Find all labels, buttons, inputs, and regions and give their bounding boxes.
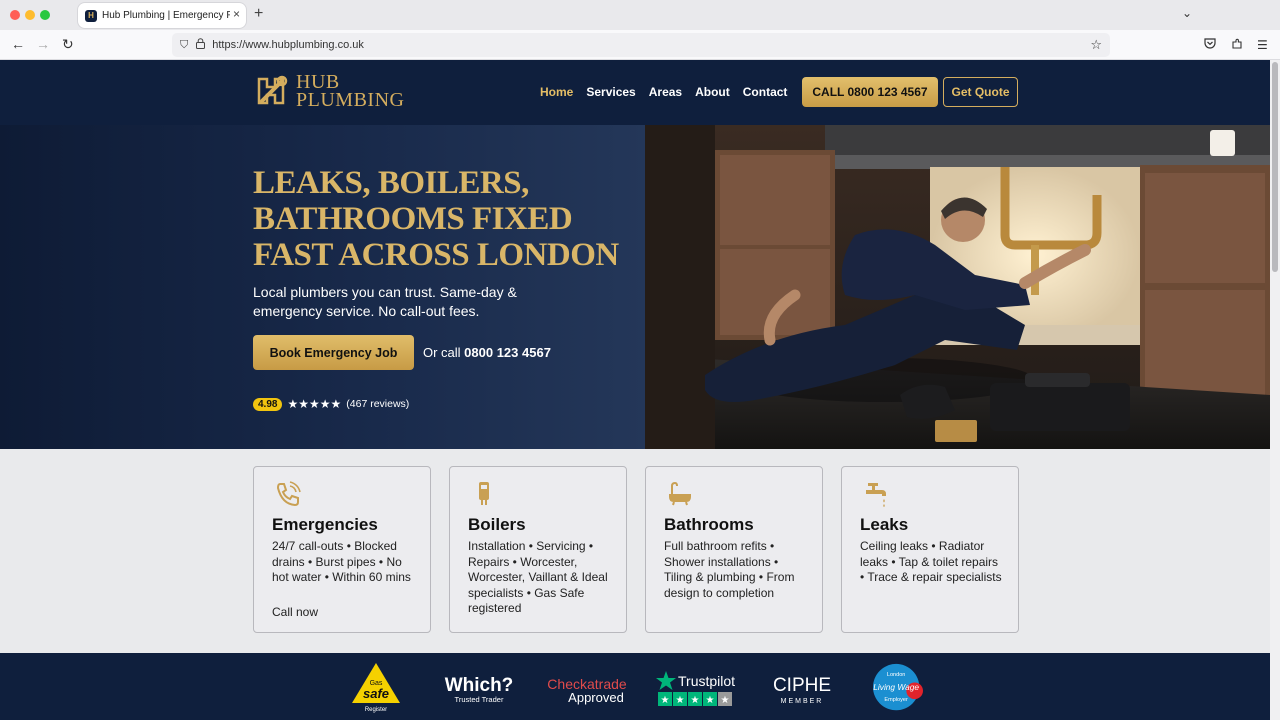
card-description: Installation • Servicing • Repairs • Wor… <box>468 539 608 615</box>
hamburger-menu-icon[interactable]: ☰ <box>1257 38 1268 52</box>
nav-services[interactable]: Services <box>586 85 635 99</box>
rating-summary: 4.98 ★★★★★ (467 reviews) <box>253 397 409 411</box>
svg-text:MEMBER: MEMBER <box>781 698 824 705</box>
service-card-leaks[interactable]: Leaks Ceiling leaks • Radiator leaks • T… <box>841 466 1019 633</box>
forward-arrow-icon[interactable]: → <box>36 36 50 52</box>
site-logo[interactable]: HUB PLUMBING <box>257 72 405 111</box>
svg-text:Which?: Which? <box>445 675 514 696</box>
svg-text:Trustpilot: Trustpilot <box>678 673 735 689</box>
card-description: Ceiling leaks • Radiator leaks • Tap & t… <box>860 539 1002 584</box>
hero-text-panel: LEAKS, BOILERS, BATHROOMS FIXED FAST ACR… <box>0 125 645 449</box>
address-bar[interactable]: ⛉ https://www.hubplumbing.co.uk ☆ <box>172 33 1110 57</box>
page-scrollbar[interactable] <box>1270 60 1280 720</box>
card-title: Leaks <box>860 515 909 534</box>
bookmark-star-icon[interactable]: ☆ <box>1090 37 1102 53</box>
browser-tab-active[interactable]: H Hub Plumbing | Emergency Plum × <box>78 3 246 28</box>
phone-icon <box>276 481 301 507</box>
or-call-prefix: Or call <box>423 345 465 360</box>
lock-icon[interactable] <box>196 38 206 52</box>
nav-areas[interactable]: Areas <box>649 85 682 99</box>
tab-close-icon[interactable]: × <box>233 7 240 21</box>
nav-contact[interactable]: Contact <box>743 85 788 99</box>
plumber-photo-illustration <box>645 125 1270 449</box>
hero-title: LEAKS, BOILERS, BATHROOMS FIXED FAST ACR… <box>253 165 633 273</box>
pocket-icon[interactable] <box>1204 38 1216 52</box>
tap-icon <box>866 483 886 507</box>
living-wage-employer-logo: London Living Wage Employer <box>873 663 923 711</box>
svg-text:Trusted Trader: Trusted Trader <box>455 695 504 704</box>
get-quote-button[interactable]: Get Quote <box>943 77 1018 107</box>
svg-text:Register: Register <box>365 707 387 713</box>
card-description: 24/7 call-outs • Blocked drains • Burst … <box>272 539 411 584</box>
new-tab-icon[interactable]: + <box>254 5 263 23</box>
hero-subtitle: Local plumbers you can trust. Same-day &… <box>253 284 517 319</box>
service-card-bathrooms[interactable]: Bathrooms Full bathroom refits • Shower … <box>645 466 823 633</box>
hero-title-line-2: BATHROOMS FIXED <box>253 201 573 237</box>
minimize-window-button[interactable] <box>25 10 35 20</box>
or-call-number-link[interactable]: 0800 123 4567 <box>464 345 551 360</box>
shield-icon[interactable]: ⛉ <box>180 39 188 52</box>
extensions-icon[interactable] <box>1231 38 1243 53</box>
bathtub-icon <box>669 481 691 506</box>
boiler-icon <box>479 482 489 505</box>
logo-wordmark: HUB PLUMBING <box>296 72 405 111</box>
rating-badge: 4.98 <box>253 397 283 411</box>
svg-text:★: ★ <box>676 695 685 706</box>
nav-about[interactable]: About <box>695 85 730 99</box>
back-arrow-icon[interactable]: ← <box>11 36 25 52</box>
hero-image-plumber <box>645 125 1270 449</box>
card-title: Boilers <box>468 515 526 534</box>
web-page: HUB PLUMBING Home Services Areas About C… <box>0 60 1270 720</box>
nav-home[interactable]: Home <box>540 85 573 99</box>
services-cards: Emergencies 24/7 call-outs • Blocked dra… <box>253 466 1037 633</box>
svg-text:★: ★ <box>661 695 670 706</box>
reviews-count[interactable]: (467 reviews) <box>346 398 409 410</box>
svg-text:★: ★ <box>706 695 715 706</box>
stars-icon: ★★★★★ <box>287 397 342 411</box>
trust-badges-bar: Gas safe Register Which? Trusted Trader … <box>0 653 1270 720</box>
which-trusted-trader-logo: Which? Trusted Trader <box>445 675 514 704</box>
browser-toolbar: ← → ↻ ⛉ https://www.hubplumbing.co.uk ☆ … <box>0 30 1280 60</box>
hero-title-line-1: LEAKS, BOILERS, <box>253 165 529 201</box>
svg-text:★: ★ <box>721 695 730 706</box>
hero-section: LEAKS, BOILERS, BATHROOMS FIXED FAST ACR… <box>0 125 1270 449</box>
svg-text:CIPHE: CIPHE <box>773 675 831 696</box>
browser-tab-bar: H Hub Plumbing | Emergency Plum × + ⌄ <box>0 0 1280 30</box>
svg-text:★: ★ <box>691 695 700 706</box>
wrench-logo-icon <box>257 75 288 105</box>
chevron-down-icon[interactable]: ⌄ <box>1182 6 1192 20</box>
or-call-text: Or call 0800 123 4567 <box>423 345 551 360</box>
logo-line-2: PLUMBING <box>296 89 405 111</box>
svg-text:Living Wage: Living Wage <box>873 682 919 692</box>
service-card-emergencies[interactable]: Emergencies 24/7 call-outs • Blocked dra… <box>253 466 431 633</box>
site-favicon-icon: H <box>85 9 97 22</box>
gas-safe-logo: Gas safe Register <box>352 663 400 713</box>
scrollbar-thumb[interactable] <box>1272 62 1278 272</box>
close-window-button[interactable] <box>10 10 20 20</box>
svg-text:London: London <box>887 672 906 678</box>
card-description: Full bathroom refits • Shower installati… <box>664 539 795 600</box>
svg-text:safe: safe <box>363 686 389 701</box>
maximize-window-button[interactable] <box>40 10 50 20</box>
service-card-boilers[interactable]: Boilers Installation • Servicing • Repai… <box>449 466 627 633</box>
checkatrade-approved-logo: Checkatrade Approved <box>547 676 627 705</box>
call-now-link[interactable]: Call now <box>272 605 318 619</box>
main-nav: Home Services Areas About Contact <box>540 85 800 99</box>
svg-text:Approved: Approved <box>568 690 624 705</box>
ciphe-member-logo: CIPHE MEMBER <box>773 675 831 705</box>
reload-icon[interactable]: ↻ <box>62 36 74 53</box>
call-button[interactable]: CALL 0800 123 4567 <box>802 77 938 107</box>
site-header: HUB PLUMBING Home Services Areas About C… <box>0 60 1270 125</box>
book-emergency-job-button[interactable]: Book Emergency Job <box>253 335 414 370</box>
hero-title-line-3: FAST ACROSS LONDON <box>253 237 619 273</box>
card-title: Bathrooms <box>664 515 754 534</box>
trustpilot-logo: Trustpilot ★ ★ ★ ★ ★ <box>656 671 735 706</box>
card-title: Emergencies <box>272 515 378 534</box>
tab-title: Hub Plumbing | Emergency Plum <box>102 10 230 21</box>
svg-text:Employer: Employer <box>884 697 908 703</box>
url-text[interactable]: https://www.hubplumbing.co.uk <box>212 39 364 51</box>
